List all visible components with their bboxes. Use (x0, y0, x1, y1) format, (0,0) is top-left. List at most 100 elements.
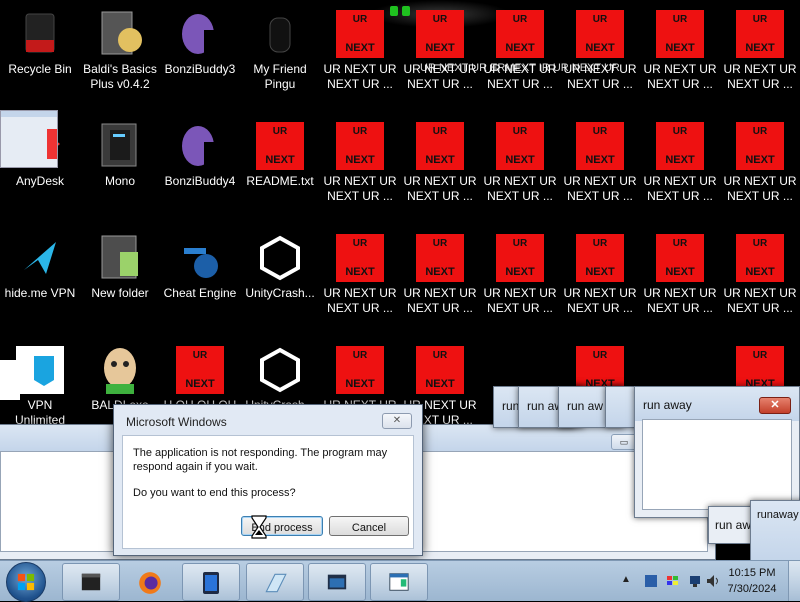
desktop-icon-unitycrash-1[interactable]: UnityCrash... (240, 228, 320, 328)
ur-next-file-icon: UR NEXT (176, 346, 224, 394)
unity-icon (260, 347, 300, 393)
desktop-icon-label: UR NEXT UR NEXT UR ... (323, 62, 397, 91)
desktop-icon-label: hide.me VPN (4, 286, 76, 300)
desktop-icon-bonzibuddy3[interactable]: BonziBuddy3 (160, 4, 240, 104)
taskbar: ▲ 10:15 PM 7/30/2024 (0, 560, 800, 602)
vpn-icon (16, 346, 64, 394)
hourglass-cursor-icon (251, 515, 267, 539)
tray-expand-icon[interactable]: ▲ (621, 574, 631, 585)
show-desktop-button[interactable] (788, 561, 800, 601)
window-fragment (0, 360, 20, 400)
desktop-icon-my-friend-pingu[interactable]: My Friend Pingu (240, 4, 320, 104)
desktop-icon-bonzibuddy4[interactable]: BonziBuddy4 (160, 116, 240, 216)
cancel-button[interactable]: Cancel (329, 516, 409, 536)
firefox-icon (139, 572, 161, 594)
window-app-icon (327, 574, 347, 590)
baldi-icon (104, 348, 136, 394)
ur-next-file[interactable]: URNEXTUR NEXT UR NEXT UR ... (480, 4, 560, 104)
ur-next-file[interactable]: URNEXTUR NEXT UR NEXT UR ... (560, 228, 640, 328)
ur-next-file[interactable]: URNEXTUR NEXT UR NEXT UR ... (640, 228, 720, 328)
bonzibuddy-icon (182, 14, 224, 58)
ur-next-file-icon: UR NEXT (656, 234, 704, 282)
ur-next-file[interactable]: URNEXTUR NEXT UR NEXT UR ... (640, 4, 720, 104)
window-client-area (642, 419, 792, 510)
not-responding-dialog[interactable]: Microsoft Windows ✕ The application is n… (113, 404, 423, 556)
desktop-icon-new-folder[interactable]: New folder (80, 228, 160, 328)
desktop-icon-label: UnityCrash... (245, 286, 315, 300)
ur-next-file-icon: UR NEXT (736, 122, 784, 170)
tray-flag-icon[interactable] (666, 574, 680, 588)
taskbar-app-window[interactable] (308, 563, 366, 601)
run-away-window-main[interactable]: run away ✕ (634, 386, 800, 518)
ur-next-file-icon: UR NEXT (336, 234, 384, 282)
pingu-icon (269, 17, 291, 53)
ur-next-file[interactable]: URNEXTUR NEXT UR NEXT UR ... (560, 116, 640, 216)
desktop-icon-mono[interactable]: Mono (80, 116, 160, 216)
ur-next-file-icon: UR NEXT (496, 10, 544, 58)
ur-next-file[interactable]: URNEXT UR NEXT UR NEXT UR ... (320, 4, 400, 104)
ur-next-file[interactable]: URNEXTUR NEXT UR NEXT UR ... (560, 4, 640, 104)
taskbar-app-notes[interactable] (246, 563, 304, 601)
ur-next-file-icon: UR NEXT (416, 346, 464, 394)
ur-next-file-icon: UR NEXT (416, 10, 464, 58)
windows-logo-icon (17, 573, 35, 591)
desktop-icon-label: UR NEXT UR NEXT UR ... (643, 62, 717, 91)
ur-next-file[interactable]: URNEXT UR NEXT UR NEXT UR ... (720, 4, 800, 104)
dialog-close-button[interactable]: ✕ (382, 413, 412, 429)
ur-next-file[interactable]: URNEXT UR NEXT UR NEXT UR ... (320, 228, 400, 328)
runaway-window[interactable]: runaway (750, 500, 800, 562)
desktop-icon-label: UR NEXT UR NEXT UR ... (563, 174, 637, 203)
window-title: run aw (567, 399, 604, 413)
desktop-icon-label: AnyDesk (15, 174, 65, 188)
desktop-icon-label: BonziBuddy4 (164, 174, 236, 188)
desktop-icon-readme[interactable]: UR NEXT README.txt (240, 116, 320, 216)
ur-next-file[interactable]: URNEXTUR NEXT UR NEXT UR ... (400, 116, 480, 216)
volume-icon[interactable] (706, 574, 720, 588)
ur-next-file-icon: UR NEXT (736, 10, 784, 58)
mono-icon (101, 123, 137, 167)
ur-next-file[interactable]: URNEXTUR NEXT UR NEXT UR ... (640, 116, 720, 216)
desktop-icon-label: UR NEXT UR NEXT UR ... (323, 286, 397, 315)
folder-icon (101, 11, 142, 55)
tray-app-icon[interactable] (644, 574, 658, 588)
taskbar-app-anydesk[interactable] (182, 563, 240, 601)
window-title: run aw (715, 518, 752, 532)
desktop-icon-label: README.txt (246, 174, 314, 188)
taskbar-app-firefox[interactable] (122, 563, 180, 601)
ur-next-file-icon: UR NEXT (336, 346, 384, 394)
desktop-icon-label: UR NEXT UR NEXT UR ... (723, 286, 797, 315)
clock-date: 7/30/2024 (727, 583, 777, 595)
ur-next-file-icon: UR NEXT (416, 234, 464, 282)
close-button[interactable]: ✕ (759, 397, 791, 414)
desktop-icon-label: UR NEXT UR NEXT UR ... (483, 174, 557, 203)
desktop-icon-label: New folder (91, 286, 149, 300)
ur-next-file[interactable]: URNEXTUR NEXT UR NEXT UR ... (480, 228, 560, 328)
desktop-icon-label: UR NEXT UR NEXT UR ... (403, 174, 477, 203)
hideme-vpn-icon (24, 242, 56, 274)
ur-next-file[interactable]: URNEXT UR NEXT UR NEXT UR ... (720, 228, 800, 328)
ur-next-file-icon: UR NEXT (336, 10, 384, 58)
desktop-icon-hideme-vpn[interactable]: hide.me VPN (0, 228, 80, 328)
network-icon[interactable] (688, 574, 702, 588)
desktop-icon-label: UR NEXT UR NEXT UR ... (723, 174, 797, 203)
ur-next-file[interactable]: URNEXT UR NEXT UR NEXT UR ... (720, 116, 800, 216)
desktop-icon-cheat-engine[interactable]: Cheat Engine (160, 228, 240, 328)
desktop-icon-label: UR NEXT UR NEXT UR ... (723, 62, 797, 91)
clock[interactable]: 10:15 PM 7/30/2024 (722, 565, 782, 597)
ur-next-file[interactable]: URNEXTUR NEXT UR NEXT UR ... (480, 116, 560, 216)
ur-next-file[interactable]: URNEXTUR NEXT UR NEXT UR ... (320, 116, 400, 216)
ur-next-file[interactable]: URNEXTUR NEXT UR NEXT UR ... (400, 4, 480, 104)
ur-next-file-icon: UR NEXT (336, 122, 384, 170)
desktop-icon-recycle-bin[interactable]: Recycle Bin (0, 4, 80, 104)
ur-next-file[interactable]: URNEXT UR NEXT UR NEXT UR ... (400, 228, 480, 328)
folder-icon (101, 235, 138, 279)
desktop-icon-label: UR NEXT UR NEXT UR ... (483, 286, 557, 315)
taskbar-app-terminal[interactable] (62, 563, 120, 601)
ur-next-file-icon: UR NEXT (256, 122, 304, 170)
start-button[interactable] (6, 562, 46, 602)
desktop-icon-label: UR NEXT UR NEXT UR ... (563, 286, 637, 315)
ur-next-file-icon: UR NEXT (736, 234, 784, 282)
desktop-icon-label: UR NEXT UR NEXT UR ... (403, 286, 477, 315)
desktop-icon-baldis-basics[interactable]: Baldi's Basics Plus v0.4.2 (80, 4, 160, 104)
taskbar-app-dialog[interactable] (370, 563, 428, 601)
